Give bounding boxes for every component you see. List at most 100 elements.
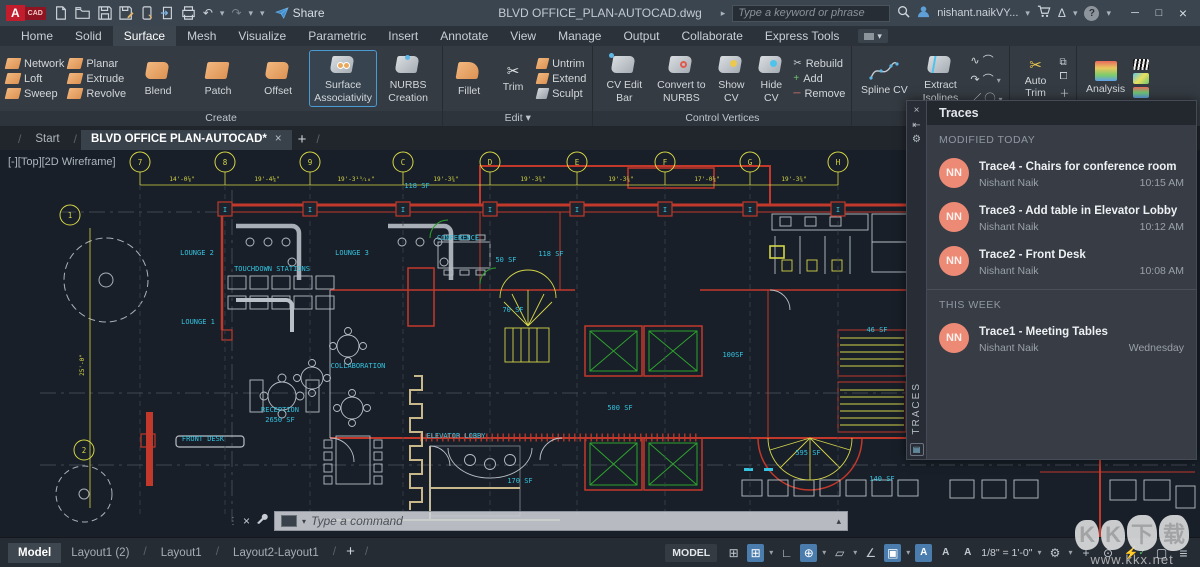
viewport-controls[interactable]: [-][Top][2D Wireframe]: [8, 156, 116, 168]
show-cv-button[interactable]: Show CV: [713, 51, 749, 105]
object-snap-icon[interactable]: ▣: [884, 543, 902, 562]
revolve-button[interactable]: Revolve: [66, 88, 126, 100]
autocad-logo[interactable]: A CAD: [6, 5, 46, 21]
workspace-gear-icon[interactable]: ⚙: [1046, 544, 1063, 562]
save-icon[interactable]: [98, 6, 112, 20]
iso-dropdown-icon[interactable]: ▾: [853, 548, 857, 557]
snap-dropdown-icon[interactable]: ▾: [769, 548, 773, 557]
zebra-analysis-icon[interactable]: [1132, 59, 1149, 70]
trace-list-item[interactable]: NN Trace3 - Add table in Elevator Lobby …: [927, 195, 1196, 239]
new-drawing-tab-button[interactable]: +: [298, 131, 307, 148]
convert-to-nurbs-button[interactable]: Convert to NURBS: [653, 51, 709, 105]
panel-label-control-vertices[interactable]: Control Vertices: [593, 111, 852, 126]
search-icon[interactable]: [897, 5, 910, 21]
new-file-icon[interactable]: [54, 6, 68, 20]
close-button[interactable]: ×: [1172, 4, 1194, 22]
trace-list-item[interactable]: NN Trace4 - Chairs for conference room N…: [927, 151, 1196, 195]
help-search-input[interactable]: [732, 4, 891, 22]
user-avatar-icon[interactable]: [917, 5, 930, 21]
project-tool-icon[interactable]: ⧉: [1060, 57, 1070, 68]
palette-autohide-icon[interactable]: ⇤: [912, 119, 920, 134]
analysis-options-button[interactable]: Analysis: [1083, 59, 1129, 97]
qat-overflow-icon[interactable]: ▾: [260, 8, 265, 19]
nurbs-creation-button[interactable]: NURBS Creation: [380, 51, 436, 105]
command-input-box[interactable]: ▾ ▴: [274, 511, 848, 531]
layout-tab-layout1[interactable]: Layout1: [151, 543, 212, 563]
osnap-dropdown-icon[interactable]: ▾: [906, 548, 910, 557]
planar-button[interactable]: Planar: [66, 58, 126, 70]
traces-panel-title[interactable]: Traces: [927, 101, 1196, 125]
new-layout-button[interactable]: +: [346, 543, 355, 560]
curve-tool-icon[interactable]: ∿ ⌒: [970, 52, 993, 68]
tab-express-tools[interactable]: Express Tools: [754, 26, 850, 46]
loft-button[interactable]: Loft: [4, 73, 64, 85]
ribbon-display-toggle[interactable]: ▾: [858, 29, 888, 43]
minimize-button[interactable]: ─: [1124, 4, 1146, 22]
signed-in-user[interactable]: nishant.naikVY...: [937, 7, 1018, 19]
save-as-icon[interactable]: [119, 6, 134, 20]
layout-tab-layout2[interactable]: Layout2-Layout1: [223, 543, 329, 563]
auto-trim-button[interactable]: ✂ Auto Trim: [1016, 56, 1056, 101]
tab-annotate[interactable]: Annotate: [429, 26, 499, 46]
tab-output[interactable]: Output: [612, 26, 670, 46]
command-wrench-icon[interactable]: [256, 512, 268, 530]
tab-view[interactable]: View: [499, 26, 547, 46]
offset-button[interactable]: Offset: [250, 57, 306, 99]
annotation-autoscale-icon[interactable]: A: [937, 544, 954, 562]
object-snap-tracking-icon[interactable]: ∠: [862, 544, 879, 562]
spline-cv-button[interactable]: Spline CV: [858, 58, 910, 98]
user-dropdown-icon[interactable]: ▾: [1025, 8, 1030, 19]
extend-button[interactable]: Extend: [535, 73, 586, 85]
autodesk-account-icon[interactable]: Δ: [1058, 6, 1066, 20]
project-tool2-icon[interactable]: ⧠: [1060, 71, 1070, 82]
tab-home[interactable]: Home: [10, 26, 64, 46]
undo-icon[interactable]: ↶: [203, 6, 213, 20]
project-tool3-icon[interactable]: ＋: [1060, 85, 1070, 100]
drawing-tab-close-icon[interactable]: ×: [275, 133, 282, 145]
patch-button[interactable]: Patch: [190, 57, 246, 99]
command-grip-handle[interactable]: ⋮: [228, 516, 239, 527]
scale-dropdown-icon[interactable]: ▾: [1037, 548, 1041, 557]
undo-dropdown-icon[interactable]: ▾: [220, 8, 225, 19]
isometric-drafting-icon[interactable]: ▱: [831, 544, 848, 562]
start-tab[interactable]: Start: [25, 130, 69, 150]
ortho-mode-icon[interactable]: ∟: [778, 544, 795, 562]
blend-button[interactable]: Blend: [130, 57, 186, 99]
trace-list-item[interactable]: NN Trace2 - Front Desk Nishant Naik 10:08…: [927, 239, 1196, 283]
layout-tab-layout1-2[interactable]: Layout1 (2): [61, 543, 139, 563]
command-close-icon[interactable]: ×: [243, 514, 250, 528]
traces-anchor-icon[interactable]: ▤: [909, 443, 924, 456]
arc-tool-icon[interactable]: ↷ ⌒ ▾: [970, 71, 1000, 87]
add-button[interactable]: + Add: [793, 73, 845, 85]
polar-dropdown-icon[interactable]: ▾: [822, 548, 826, 557]
workspace-dropdown-icon[interactable]: ▾: [1068, 548, 1072, 557]
extrude-button[interactable]: Extrude: [66, 73, 126, 85]
tab-parametric[interactable]: Parametric: [297, 26, 377, 46]
surface-associativity-button[interactable]: Surface Associativity: [309, 50, 378, 107]
polar-tracking-icon[interactable]: ⊕: [800, 543, 818, 562]
customization-plus-icon[interactable]: +: [1078, 544, 1095, 562]
snap-mode-icon[interactable]: ⊞: [747, 543, 765, 562]
share-button[interactable]: Share: [274, 6, 325, 20]
curvature-analysis-icon[interactable]: [1132, 73, 1149, 84]
trace-list-item[interactable]: NN Trace1 - Meeting Tables Nishant Naik W…: [927, 316, 1196, 360]
app-store-cart-icon[interactable]: [1037, 5, 1051, 21]
sweep-button[interactable]: Sweep: [4, 88, 64, 100]
palette-vertical-title[interactable]: TRACES: [911, 382, 922, 435]
sculpt-button[interactable]: Sculpt: [535, 88, 586, 100]
tab-solid[interactable]: Solid: [64, 26, 113, 46]
trim-button[interactable]: ✂ Trim: [493, 62, 533, 95]
open-folder-icon[interactable]: [75, 6, 91, 20]
graphics-performance-icon[interactable]: ⚡ ✓: [1122, 544, 1149, 562]
redo-icon[interactable]: ↷: [231, 6, 241, 20]
extract-isolines-button[interactable]: Extract Isolines: [914, 51, 966, 105]
drawing-tab[interactable]: BLVD OFFICE PLAN-AUTOCAD* ×: [80, 130, 292, 150]
cv-edit-bar-button[interactable]: CV Edit Bar: [599, 51, 649, 105]
redo-dropdown-icon[interactable]: ▾: [249, 8, 254, 19]
save-to-mobile-icon[interactable]: [141, 6, 153, 20]
layout-tab-model[interactable]: Model: [8, 542, 62, 563]
command-expand-icon[interactable]: ▴: [836, 516, 841, 527]
command-dropdown-icon[interactable]: ▾: [302, 517, 306, 526]
fillet-button[interactable]: Fillet: [449, 57, 489, 99]
command-history-icon[interactable]: [281, 515, 298, 527]
